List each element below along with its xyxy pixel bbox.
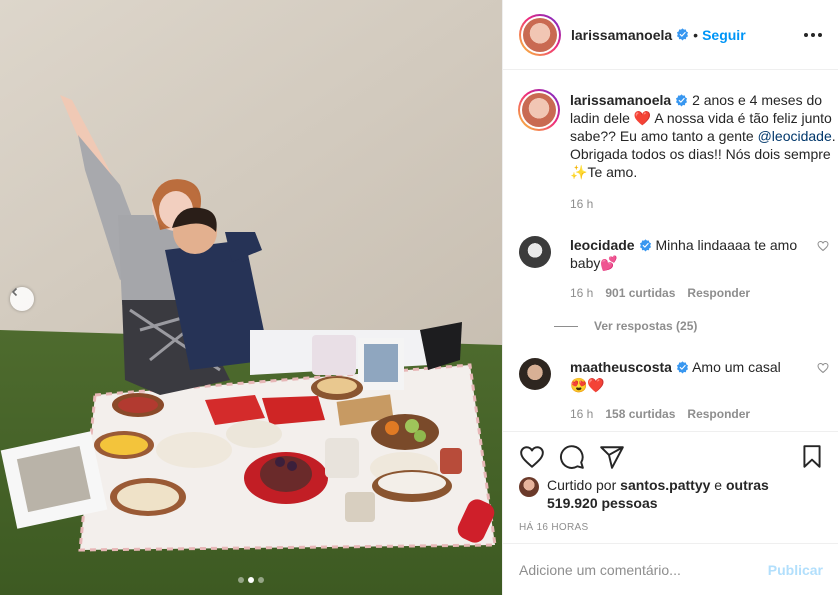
liked-prefix: Curtido por [547, 477, 617, 493]
caption-text: larissamanoela 2 anos e 4 meses do ladin… [570, 91, 838, 213]
carousel-dot [238, 577, 244, 583]
carousel-dot [258, 577, 264, 583]
caption-author-avatar[interactable] [518, 89, 560, 131]
post-header: larissamanoela • Seguir [503, 0, 838, 70]
view-replies-button[interactable]: Ver respostas (25) [554, 319, 697, 333]
comment-text: Amo um casal [692, 359, 781, 375]
liked-by-text: Curtido por santos.pattyy e outras 519.9… [547, 476, 777, 512]
reply-button[interactable]: Responder [687, 407, 750, 421]
comment-emoji: 💕 [600, 255, 618, 271]
carousel-dot-active [248, 577, 254, 583]
more-options-icon[interactable] [804, 26, 822, 44]
comment-body: maatheuscosta Amo um casal 😍❤️ [570, 358, 806, 394]
caption-part-4: Te amo. [587, 164, 638, 180]
comment-likes[interactable]: 901 curtidas [605, 286, 675, 300]
comment-username[interactable]: maatheuscosta [570, 359, 672, 375]
header-separator: • [693, 26, 699, 43]
comment-time: 16 h [570, 286, 594, 300]
post-sidebar: larissamanoela • Seguir larissamanoela 2… [502, 0, 838, 595]
liker-avatar[interactable] [519, 477, 539, 497]
add-comment-bar: Publicar [503, 543, 838, 595]
verified-icon [639, 239, 651, 252]
follow-button[interactable]: Seguir [702, 27, 746, 43]
post-photo[interactable] [0, 0, 502, 595]
carousel-indicator [0, 577, 502, 583]
reply-button[interactable]: Responder [687, 286, 750, 300]
post-timestamp[interactable]: HÁ 16 HORAS [519, 522, 588, 533]
bookmark-icon[interactable] [799, 444, 825, 470]
commenter-avatar[interactable] [519, 236, 551, 268]
chevron-left-icon [11, 287, 18, 297]
comment-meta: 16 h 158 curtidas Responder [570, 407, 750, 421]
liked-middle: e [714, 477, 723, 493]
comment-username[interactable]: leocidade [570, 237, 635, 253]
mention-link[interactable]: @leocidade [758, 128, 832, 144]
comment-time: 16 h [570, 407, 594, 421]
share-icon[interactable] [599, 444, 625, 470]
comment-emoji: 😍❤️ [570, 377, 605, 393]
post-actions: Curtido por santos.pattyy e outras 519.9… [503, 431, 838, 543]
verified-icon [677, 28, 689, 41]
comment-icon[interactable] [559, 444, 585, 470]
liked-user-link[interactable]: santos.pattyy [620, 477, 710, 493]
caption-time: 16 h [570, 197, 594, 211]
liked-by: Curtido por santos.pattyy e outras 519.9… [519, 476, 777, 512]
caption-username[interactable]: larissamanoela [570, 92, 671, 108]
comment-likes[interactable]: 158 curtidas [605, 407, 675, 421]
verified-icon [676, 361, 688, 374]
picnic-photo-illustration [0, 0, 502, 595]
carousel-prev-button[interactable] [10, 287, 34, 311]
view-replies-label: Ver respostas (25) [594, 319, 698, 333]
verified-icon [676, 94, 688, 107]
heart-icon[interactable] [519, 444, 545, 470]
commenter-avatar[interactable] [519, 358, 551, 390]
sparkles-emoji: ✨ [570, 164, 588, 180]
comment-meta: 16 h 901 curtidas Responder [570, 286, 750, 300]
comment-like-icon[interactable] [817, 240, 829, 252]
publish-button[interactable]: Publicar [768, 562, 823, 578]
replies-divider [554, 325, 578, 327]
comment-input[interactable] [519, 561, 768, 578]
author-username[interactable]: larissamanoela [571, 27, 672, 43]
comment-body: leocidade Minha lindaaaa te amo baby💕 [570, 236, 806, 272]
comment-like-icon[interactable] [817, 362, 829, 374]
heart-emoji: ❤️ [633, 110, 652, 126]
comments-section[interactable]: larissamanoela 2 anos e 4 meses do ladin… [503, 71, 838, 431]
author-avatar[interactable] [519, 13, 561, 56]
